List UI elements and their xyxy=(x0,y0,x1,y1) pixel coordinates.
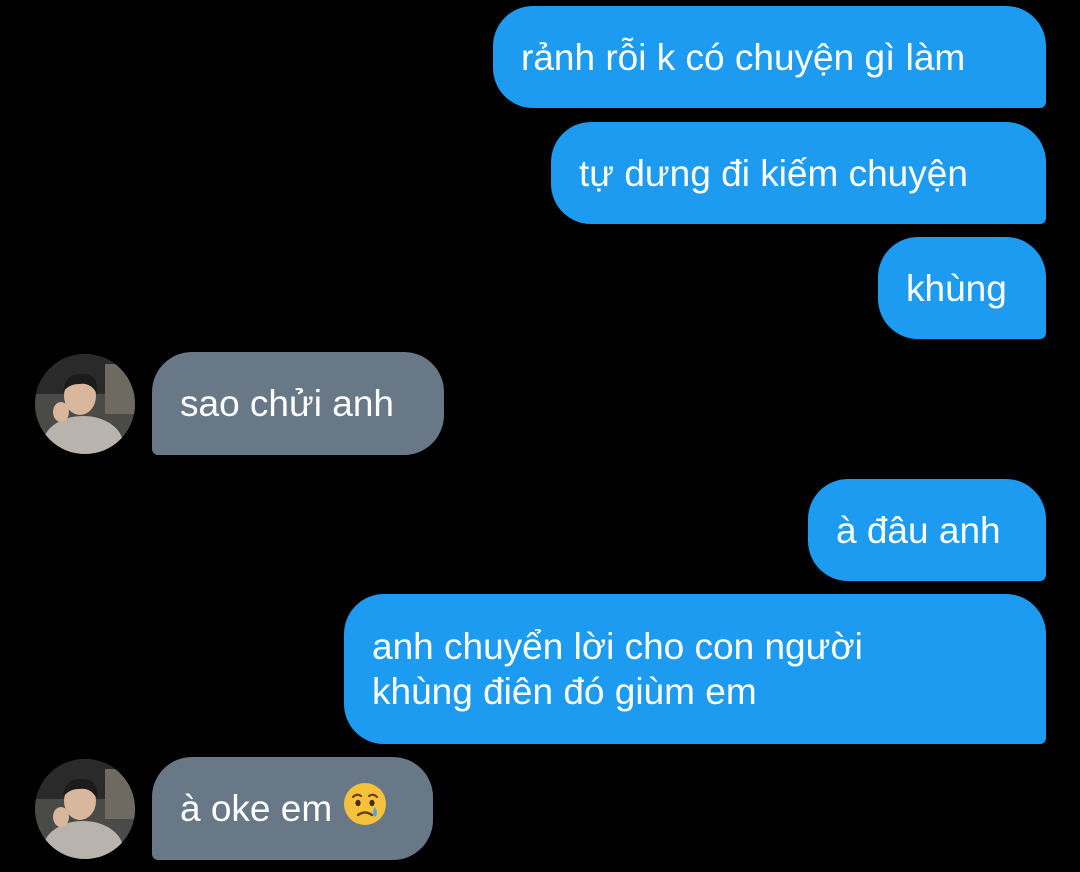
received-message-bubble[interactable]: à oke em xyxy=(152,757,433,860)
message-text-line: khùng điên đó giùm em xyxy=(372,671,757,712)
sent-message-bubble[interactable]: anh chuyển lời cho con người khùng điên … xyxy=(344,594,1046,744)
sent-message-bubble[interactable]: tự dưng đi kiếm chuyện xyxy=(551,122,1046,224)
contact-avatar[interactable] xyxy=(35,759,135,859)
message-text: à đâu anh xyxy=(836,509,1001,551)
received-message-bubble[interactable]: sao chửi anh xyxy=(152,352,444,455)
sent-message-bubble[interactable]: khùng xyxy=(878,237,1046,339)
avatar-photo xyxy=(35,759,135,859)
message-text-line: anh chuyển lời cho con người xyxy=(372,626,863,667)
message-text: tự dưng đi kiếm chuyện xyxy=(579,152,968,194)
sent-message-bubble[interactable]: à đâu anh xyxy=(808,479,1046,581)
message-text: khùng xyxy=(906,267,1007,309)
sent-message-bubble[interactable]: rảnh rỗi k có chuyện gì làm xyxy=(493,6,1046,108)
message-text: à oke em xyxy=(180,788,333,829)
contact-avatar[interactable] xyxy=(35,354,135,454)
message-text: rảnh rỗi k có chuyện gì làm xyxy=(521,36,966,78)
crying-face-emoji-icon xyxy=(342,781,388,837)
avatar-photo xyxy=(35,354,135,454)
message-text: sao chửi anh xyxy=(180,383,395,424)
